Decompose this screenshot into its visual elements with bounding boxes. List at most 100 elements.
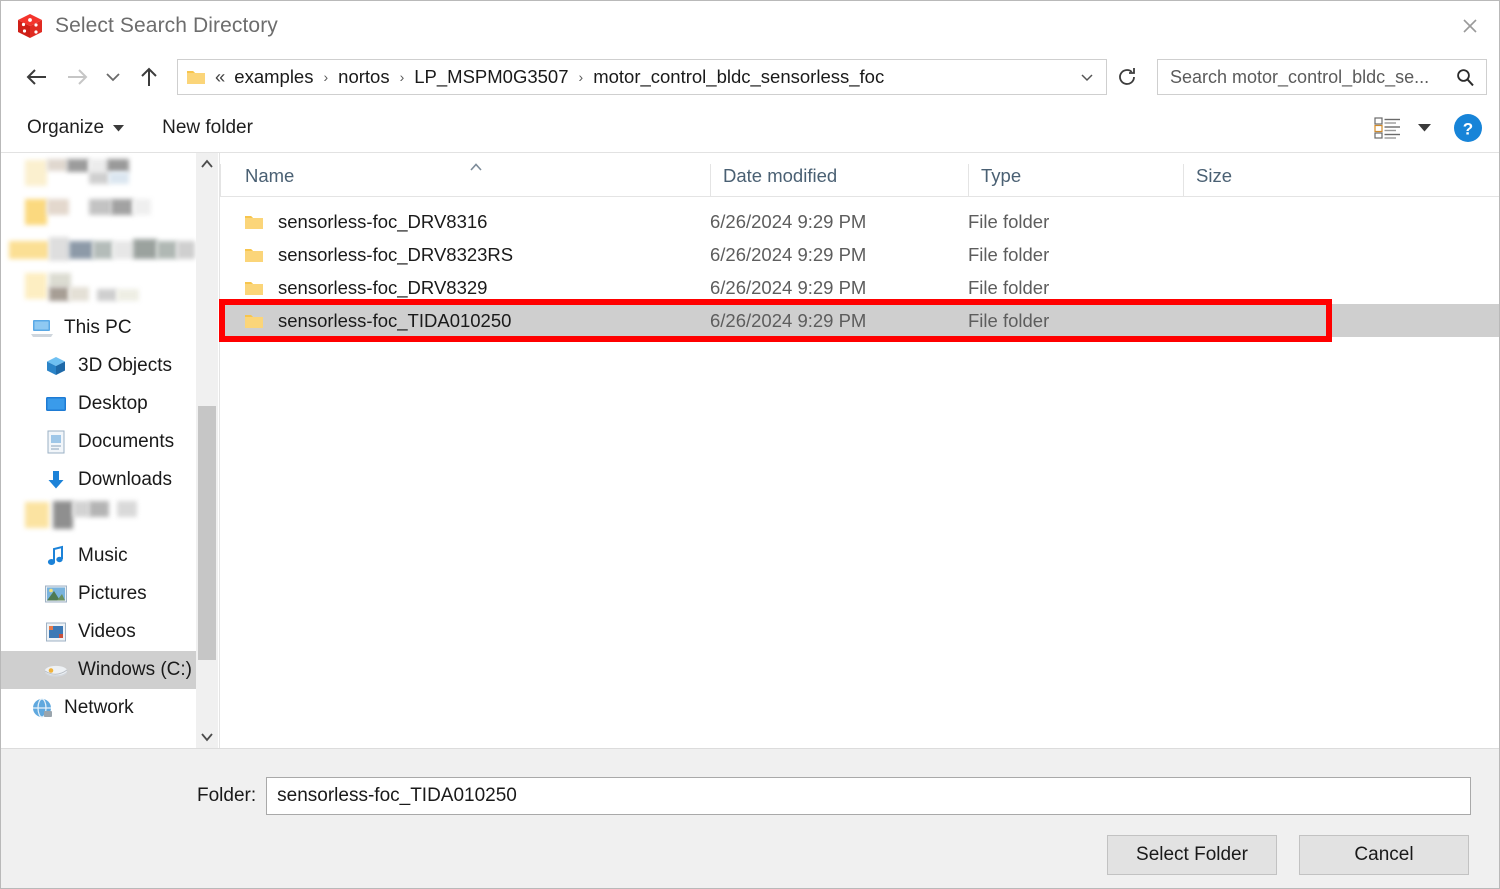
organize-button[interactable]: Organize	[21, 113, 130, 143]
organize-label: Organize	[27, 116, 105, 138]
scrollbar-thumb[interactable]	[198, 406, 216, 660]
file-name-cell[interactable]: sensorless-foc_DRV8329	[220, 277, 710, 299]
file-name-cell[interactable]: sensorless-foc_DRV8316	[220, 211, 710, 233]
address-chevron-down-icon[interactable]	[1074, 69, 1100, 85]
file-type-cell: File folder	[968, 309, 1050, 331]
desktop-icon	[43, 392, 69, 416]
file-name-label: sensorless-foc_TIDA010250	[278, 309, 512, 331]
folder-input[interactable]: sensorless-foc_TIDA010250	[266, 777, 1471, 815]
sidebar-item-label: Documents	[78, 431, 175, 452]
scrollbar-track[interactable]	[196, 175, 218, 726]
table-row[interactable]: sensorless-foc_DRV8316 6/26/2024 9:29 PM…	[220, 205, 1499, 238]
sidebar-item-label: Videos	[78, 621, 136, 642]
file-name-cell[interactable]: sensorless-foc_TIDA010250	[220, 310, 710, 332]
search-icon[interactable]	[1454, 67, 1476, 87]
column-header-type[interactable]: Type	[968, 164, 1183, 196]
address-bar[interactable]: « examples › nortos › LP_MSPM0G3507 › mo…	[177, 59, 1107, 95]
dialog-button-row: Select Folder Cancel	[1, 815, 1499, 875]
search-box[interactable]: Search motor_control_bldc_se...	[1157, 59, 1487, 95]
file-type-cell: File folder	[968, 243, 1050, 265]
dialog-body: This PC 3D Objects Desktop Documents Dow…	[1, 153, 1499, 748]
sidebar-item-redacted[interactable]	[1, 499, 218, 537]
breadcrumb: « examples › nortos › LP_MSPM0G3507 › mo…	[212, 64, 1074, 90]
folder-icon	[244, 279, 266, 297]
breadcrumb-separator: ›	[399, 69, 405, 85]
list-view-icon[interactable]	[1370, 112, 1406, 144]
network-icon	[29, 696, 55, 720]
sidebar-item-redacted[interactable]	[1, 157, 218, 195]
column-header-name[interactable]: Name	[220, 164, 710, 196]
table-row[interactable]: sensorless-foc_DRV8323RS 6/26/2024 9:29 …	[220, 238, 1499, 271]
3d-objects-icon	[43, 354, 69, 378]
sidebar-item-label: Windows (C:)	[78, 659, 193, 680]
sidebar-item-downloads[interactable]: Downloads	[1, 461, 218, 499]
table-row-selected[interactable]: sensorless-foc_TIDA010250 6/26/2024 9:29…	[220, 304, 1499, 337]
file-name-cell[interactable]: sensorless-foc_DRV8323RS	[220, 244, 710, 266]
file-type-cell: File folder	[968, 276, 1050, 298]
sidebar-item-redacted[interactable]	[1, 195, 218, 233]
sidebar-item-music[interactable]: Music	[1, 537, 218, 575]
table-row[interactable]: sensorless-foc_DRV8329 6/26/2024 9:29 PM…	[220, 271, 1499, 304]
file-name-label: sensorless-foc_DRV8323RS	[278, 243, 514, 265]
address-bar-row: « examples › nortos › LP_MSPM0G3507 › mo…	[1, 51, 1499, 103]
music-icon	[43, 544, 69, 568]
this-pc-icon	[29, 316, 55, 340]
sidebar-item-label: This PC	[64, 317, 132, 338]
help-button[interactable]: ?	[1453, 113, 1483, 143]
file-name-label: sensorless-foc_DRV8329	[278, 276, 488, 298]
select-folder-button[interactable]: Select Folder	[1107, 835, 1277, 875]
sidebar-item-desktop[interactable]: Desktop	[1, 385, 218, 423]
file-date-cell: 6/26/2024 9:29 PM	[710, 210, 867, 232]
sidebar-item-label: Music	[78, 545, 128, 566]
breadcrumb-overflow[interactable]: «	[212, 64, 231, 90]
sidebar-item-network[interactable]: Network	[1, 689, 218, 727]
navigation-scrollbar[interactable]	[196, 153, 218, 748]
dialog-footer: Folder: sensorless-foc_TIDA010250 Select…	[1, 748, 1499, 888]
breadcrumb-separator: ›	[323, 69, 329, 85]
sidebar-item-videos[interactable]: Videos	[1, 613, 218, 651]
sidebar-item-redacted[interactable]	[1, 271, 218, 309]
arrow-right-icon[interactable]	[57, 57, 97, 97]
breadcrumb-item-3[interactable]: motor_control_bldc_sensorless_foc	[590, 64, 887, 90]
svg-text:?: ?	[1463, 119, 1473, 138]
caret-down-icon	[113, 124, 125, 132]
cancel-button[interactable]: Cancel	[1299, 835, 1469, 875]
folder-icon	[244, 213, 266, 231]
column-header-date-modified[interactable]: Date modified	[710, 164, 968, 196]
navigation-list: This PC 3D Objects Desktop Documents Dow…	[1, 153, 218, 727]
breadcrumb-item-1[interactable]: nortos	[335, 64, 392, 90]
documents-icon	[43, 430, 69, 454]
refresh-icon[interactable]	[1107, 59, 1147, 95]
arrow-left-icon[interactable]	[17, 57, 57, 97]
navigation-pane: This PC 3D Objects Desktop Documents Dow…	[1, 153, 219, 748]
pictures-icon	[43, 582, 69, 606]
new-folder-button[interactable]: New folder	[156, 113, 259, 143]
sidebar-item-windows-c[interactable]: Windows (C:)	[1, 651, 218, 689]
breadcrumb-item-2[interactable]: LP_MSPM0G3507	[411, 64, 571, 90]
column-header-size[interactable]: Size	[1183, 164, 1328, 196]
close-icon[interactable]	[1441, 2, 1499, 51]
downloads-icon	[43, 468, 69, 492]
sidebar-item-this-pc[interactable]: This PC	[1, 309, 218, 347]
sidebar-item-redacted[interactable]	[1, 233, 218, 271]
select-search-directory-dialog: Select Search Directory « examples › nor…	[0, 0, 1500, 889]
arrow-up-icon[interactable]	[129, 57, 169, 97]
folder-icon	[244, 312, 266, 330]
scroll-up-chevron-up-icon[interactable]	[196, 153, 218, 175]
sidebar-item-documents[interactable]: Documents	[1, 423, 218, 461]
column-header-row: Name Date modified Type Size	[220, 153, 1499, 197]
folder-icon	[244, 246, 266, 264]
sidebar-item-3d-objects[interactable]: 3D Objects	[1, 347, 218, 385]
folder-label: Folder:	[197, 785, 257, 806]
file-rows: sensorless-foc_DRV8316 6/26/2024 9:29 PM…	[220, 197, 1499, 748]
file-name-label: sensorless-foc_DRV8316	[278, 210, 488, 232]
sidebar-item-pictures[interactable]: Pictures	[1, 575, 218, 613]
file-type-cell: File folder	[968, 210, 1050, 232]
recent-locations-chevron-down-icon[interactable]	[97, 57, 129, 97]
breadcrumb-item-0[interactable]: examples	[231, 64, 316, 90]
scroll-down-chevron-down-icon[interactable]	[196, 726, 218, 748]
view-options-caret-down-icon[interactable]	[1418, 123, 1431, 132]
search-input[interactable]: Search motor_control_bldc_se...	[1170, 67, 1454, 88]
file-date-cell: 6/26/2024 9:29 PM	[710, 276, 867, 298]
title-bar: Select Search Directory	[1, 1, 1499, 51]
